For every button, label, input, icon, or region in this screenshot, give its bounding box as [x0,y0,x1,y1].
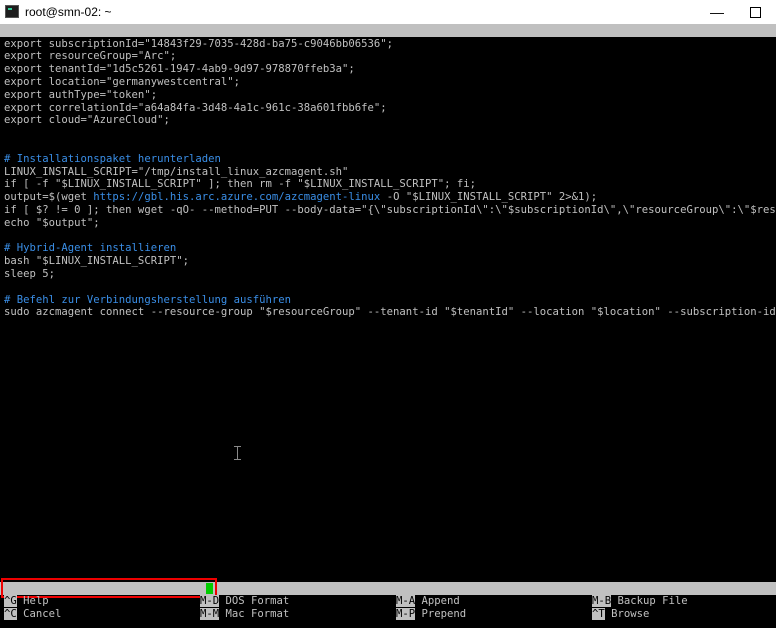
editor-line: # Befehl zur Verbindungsherstellung ausf… [4,294,291,307]
shortcut-label: Backup File [611,595,688,607]
editor-line-text: export correlationId="a64a84fa-3d48-4a1c… [4,101,387,114]
shortcut-label: Cancel [16,608,62,620]
editor-line-text: export subscriptionId="14843f29-7035-428… [4,37,394,50]
shortcut-key: M-P [396,608,416,620]
shortcut-key: M-M [200,608,220,620]
editor-line-text: bash "$LINUX_INSTALL_SCRIPT"; [4,255,189,268]
editor-line: LINUX_INSTALL_SCRIPT="/tmp/install_linux… [4,166,348,179]
wget-url: https://gbl.his.arc.azure.com/azcmagent-… [93,191,381,204]
shortcut-label: Append [415,595,460,607]
editor-line: # Hybrid-Agent installieren [4,242,176,255]
editor-line-text: if [ -f "$LINUX_INSTALL_SCRIPT" ]; then … [4,178,476,191]
editor-line: export location="germanywestcentral"; [4,76,240,89]
editor-line: export cloud="AzureCloud"; [4,114,170,127]
shortcut-dos-format[interactable]: M-D DOS Format [200,595,289,608]
window-title-bar: root@smn-02: ~ — [0,0,776,24]
shortcut-browse[interactable]: ^T Browse [592,608,649,621]
editor-line: echo "$output"; [4,217,100,230]
editor-line-text: # Installationspaket herunterladen [4,152,221,165]
shortcut-key: M-B [592,595,612,607]
editor-line: sudo azcmagent connect --resource-group … [4,306,776,319]
minimize-button[interactable]: — [706,2,728,22]
shortcut-label: DOS Format [219,595,290,607]
buffer-name: New Buffer * [384,50,461,62]
editor-line-text: export tenantId="1d5c5261-1947-4ab9-9d97… [4,63,355,76]
editor-line: export resourceGroup="Arc"; [4,50,176,63]
editor-line: export correlationId="a64a84fa-3d48-4a1c… [4,102,387,115]
shortcut-key: ^C [4,608,17,620]
editor-line: export authType="token"; [4,89,157,102]
shortcut-bar: ^G Help M-D DOS Format M-A Append M-B Backu… [0,595,776,621]
editor-line: output=$(wget https://gbl.his.arc.azure.… [4,191,597,204]
maximize-button[interactable] [744,2,766,22]
editor-line-text: export cloud="AzureCloud"; [4,114,170,127]
terminal-icon [5,5,19,18]
wget-tail: -O "$LINUX_INSTALL_SCRIPT" 2>&1); [380,191,598,204]
shortcut-label: Browse [604,608,650,620]
shortcut-label: Help [16,595,49,607]
editor-line: sleep 5; [4,268,55,281]
editor-line-text: # Hybrid-Agent installieren [4,242,177,255]
shortcut-key: M-A [396,595,416,607]
editor-line: export subscriptionId="14843f29-7035-428… [4,38,393,51]
i-beam-cursor-icon [234,446,241,460]
editor-line: bash "$LINUX_INSTALL_SCRIPT"; [4,255,189,268]
editor-line-text: if [ $? != 0 ]; then wget -qO- --method=… [4,203,776,216]
editor-line-text: export location="germanywestcentral"; [4,75,240,88]
editor-line-text: sleep 5; [4,267,56,280]
shortcut-cancel[interactable]: ^C Cancel [4,608,61,621]
editor-line-text: export authType="token"; [4,88,158,101]
terminal-area[interactable]: GNU nano 6.2 New Buffer * export subscri… [0,24,776,628]
editor-line-text: export resourceGroup="Arc"; [4,50,177,63]
shortcut-mac-format[interactable]: M-M Mac Format [200,608,289,621]
maximize-icon [749,7,761,18]
editor-line-text: LINUX_INSTALL_SCRIPT="/tmp/install_linux… [4,165,349,178]
shortcut-key: ^G [4,595,17,607]
shortcut-label: Prepend [415,608,467,620]
editor-line-text: echo "$output"; [4,216,100,229]
shortcut-key: ^T [592,608,605,620]
nano-header-bar: GNU nano 6.2 New Buffer * [0,24,776,62]
editor-line: export tenantId="1d5c5261-1947-4ab9-9d97… [4,63,355,76]
shortcut-backup-file[interactable]: M-B Backup File [592,595,688,608]
editor-line: if [ $? != 0 ]; then wget -qO- --method=… [4,204,776,217]
shortcut-label: Mac Format [219,608,290,620]
editor-line-text: # Befehl zur Verbindungsherstellung ausf… [4,293,292,306]
shortcut-help[interactable]: ^G Help [4,595,49,608]
editor-line: if [ -f "$LINUX_INSTALL_SCRIPT" ]; then … [4,178,476,191]
editor-line-text: sudo azcmagent connect --resource-group … [4,306,776,319]
shortcut-append[interactable]: M-A Append [396,595,460,608]
window-title: root@smn-02: ~ [25,5,112,19]
shortcut-prepend[interactable]: M-P Prepend [396,608,466,621]
editor-line-text: output=$(wget [4,191,94,204]
editor-line: # Installationspaket herunterladen [4,153,221,166]
shortcut-key: M-D [200,595,220,607]
